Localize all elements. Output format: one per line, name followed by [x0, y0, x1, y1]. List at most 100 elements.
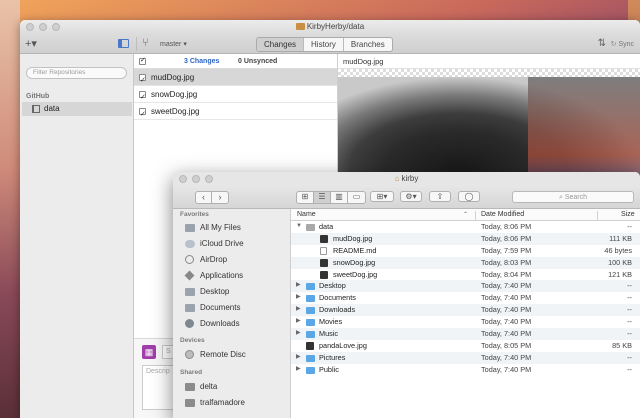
sidebar-item-label: iCloud Drive: [200, 239, 244, 248]
search-input[interactable]: ⌕ Search: [512, 191, 634, 203]
add-repository-button[interactable]: +▾: [25, 37, 37, 50]
changed-file-row[interactable]: snowDog.jpg: [134, 86, 337, 106]
window-title: kirby: [401, 174, 419, 183]
close-button[interactable]: [26, 23, 34, 31]
file-checkbox[interactable]: [139, 89, 146, 106]
disclosure-closed-icon[interactable]: ▶: [296, 352, 301, 364]
zoom-button[interactable]: [205, 175, 213, 183]
arrange-button[interactable]: ⊞▾: [370, 191, 394, 202]
changed-file-row[interactable]: sweetDog.jpg: [134, 103, 337, 123]
file-checkbox[interactable]: [139, 106, 146, 123]
changes-count[interactable]: 3 Changes: [184, 58, 219, 65]
tags-icon[interactable]: ◯: [458, 191, 480, 202]
sidebar-item-documents[interactable]: Documents: [185, 301, 240, 315]
sidebar-item-delta[interactable]: delta: [185, 380, 217, 394]
disclosure-closed-icon[interactable]: ▶: [296, 316, 301, 328]
sidebar-item-label: All My Files: [200, 223, 241, 232]
file-row[interactable]: ▶ Public Today, 7:40 PM --: [291, 363, 640, 376]
avatar: ▦: [142, 345, 156, 359]
file-name: Movies: [319, 317, 343, 327]
file-date: Today, 7:40 PM: [481, 305, 532, 315]
cover-flow-icon[interactable]: ▭: [348, 192, 365, 203]
tab-history[interactable]: History: [304, 38, 344, 51]
view-mode-buttons: ⊞ ☰ ▥ ▭: [296, 191, 366, 204]
file-row[interactable]: ▶ Desktop Today, 7:40 PM --: [291, 280, 640, 293]
share-icon[interactable]: ⇧: [429, 191, 451, 202]
branch-icon[interactable]: ⑂: [142, 37, 149, 49]
disclosure-closed-icon[interactable]: ▶: [296, 364, 301, 376]
home-icon: ⌂: [394, 174, 400, 183]
file-date: Today, 8:03 PM: [481, 257, 532, 267]
column-header-date[interactable]: Date Modified: [481, 211, 524, 218]
downloads-icon: [185, 319, 194, 328]
file-row[interactable]: ▶ Downloads Today, 7:40 PM --: [291, 304, 640, 317]
sidebar-item-airdrop[interactable]: AirDrop: [185, 253, 227, 267]
column-header-name[interactable]: Name: [297, 211, 316, 218]
desktop-background-left: [0, 0, 20, 418]
sidebar-item-remote-disc[interactable]: Remote Disc: [185, 348, 246, 362]
file-row[interactable]: ▶ Pictures Today, 7:40 PM --: [291, 351, 640, 364]
disclosure-closed-icon[interactable]: ▶: [296, 280, 301, 292]
repository-icon: [32, 105, 40, 113]
sidebar-section-shared: Shared: [180, 369, 203, 376]
tab-branches[interactable]: Branches: [344, 38, 392, 51]
sidebar-item-tralfamadore[interactable]: tralfamadore: [185, 396, 245, 410]
icon-view-icon[interactable]: ⊞: [297, 192, 314, 203]
sidebar-item-applications[interactable]: Applications: [184, 269, 243, 283]
tab-changes[interactable]: Changes: [257, 38, 305, 51]
sidebar-item-label: Remote Disc: [200, 350, 246, 359]
sidebar-item-icloud-drive[interactable]: iCloud Drive: [185, 237, 244, 251]
minimize-button[interactable]: [192, 175, 200, 183]
sidebar-item-label: Desktop: [200, 287, 230, 296]
filter-repositories-input[interactable]: Filter Repositories: [26, 67, 127, 79]
changed-file-row[interactable]: mudDog.jpg: [134, 69, 337, 89]
toggle-sidebar-icon[interactable]: [118, 39, 129, 48]
unsynced-count[interactable]: 0 Unsynced: [238, 58, 277, 65]
file-row[interactable]: README.md Today, 7:59 PM 46 bytes: [291, 244, 640, 257]
sidebar-item-all-my-files[interactable]: All My Files: [185, 221, 241, 235]
forward-button[interactable]: ›: [212, 192, 228, 203]
file-row[interactable]: ▶ Movies Today, 7:40 PM --: [291, 316, 640, 329]
zoom-button[interactable]: [52, 23, 60, 31]
disclosure-open-icon[interactable]: ▼: [296, 221, 302, 233]
sidebar-item-label: tralfamadore: [200, 398, 245, 407]
column-header-size[interactable]: Size: [621, 211, 635, 218]
file-date: Today, 8:04 PM: [481, 269, 532, 279]
folder-icon: [185, 288, 195, 296]
column-view-icon[interactable]: ▥: [331, 192, 348, 203]
file-size: --: [627, 222, 632, 231]
minimize-button[interactable]: [39, 23, 47, 31]
file-checkbox[interactable]: [139, 72, 146, 89]
files-icon: [185, 224, 195, 232]
file-row[interactable]: ▼ data Today, 8:06 PM --: [291, 221, 640, 233]
disclosure-closed-icon[interactable]: ▶: [296, 328, 301, 340]
file-row[interactable]: snowDog.jpg Today, 8:03 PM 100 KB: [291, 256, 640, 269]
action-gear-icon[interactable]: ⚙▾: [400, 191, 422, 202]
select-all-checkbox[interactable]: [139, 56, 146, 65]
file-row[interactable]: mudDog.jpg Today, 8:06 PM 111 KB: [291, 232, 640, 245]
disclosure-closed-icon[interactable]: ▶: [296, 292, 301, 304]
disclosure-closed-icon[interactable]: ▶: [296, 304, 301, 316]
folder-icon: [306, 354, 315, 362]
list-view-icon[interactable]: ☰: [314, 192, 331, 203]
cloud-icon: [185, 240, 195, 248]
sidebar-item-desktop[interactable]: Desktop: [185, 285, 229, 299]
folder-icon: [306, 319, 315, 327]
back-button[interactable]: ‹: [196, 192, 212, 203]
window-title: KirbyHerby/data: [306, 22, 365, 31]
file-row[interactable]: sweetDog.jpg Today, 8:04 PM 121 KB: [291, 268, 640, 281]
sidebar-item-data[interactable]: data: [22, 102, 132, 116]
file-size: 46 bytes: [604, 245, 632, 255]
close-button[interactable]: [179, 175, 187, 183]
sync-button[interactable]: ↻ Sync: [611, 40, 634, 48]
file-name: snowDog.jpg: [333, 257, 376, 267]
sidebar-item-downloads[interactable]: Downloads: [185, 317, 240, 331]
pull-request-icon[interactable]: ⇅: [598, 38, 606, 49]
sort-chevron-icon[interactable]: ⌃: [463, 211, 468, 218]
file-row[interactable]: ▶ Music Today, 7:40 PM --: [291, 328, 640, 340]
file-row[interactable]: ▶ Documents Today, 7:40 PM --: [291, 292, 640, 305]
toolbar-divider: [136, 37, 137, 51]
branch-selector[interactable]: master ▾: [160, 40, 187, 48]
folder-icon: [306, 283, 315, 291]
file-row[interactable]: pandaLove.jpg Today, 8:05 PM 85 KB: [291, 339, 640, 352]
